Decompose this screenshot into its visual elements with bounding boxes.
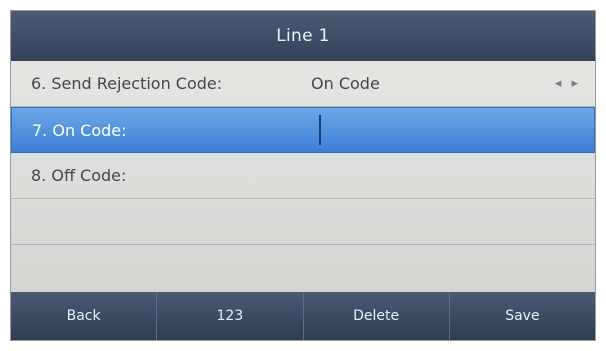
save-button[interactable]: Save <box>450 292 595 340</box>
softkey-bar: Back 123 Delete Save <box>11 292 595 340</box>
back-button[interactable]: Back <box>11 292 158 340</box>
setting-label-send-rejection-code: 6. Send Rejection Code: <box>31 74 223 93</box>
settings-list: 6. Send Rejection Code: On Code ◂ ▸ 7. O… <box>11 61 595 294</box>
phone-display-frame: Line 1 6. Send Rejection Code: On Code ◂… <box>0 0 606 351</box>
left-right-arrows-icon[interactable]: ◂ ▸ <box>555 76 581 91</box>
text-cursor <box>319 115 321 145</box>
title-bar: Line 1 <box>11 11 595 61</box>
setting-label-off-code: 8. Off Code: <box>31 166 127 185</box>
setting-row-off-code[interactable]: 8. Off Code: <box>11 153 595 199</box>
setting-value-send-rejection-code: On Code <box>311 74 380 93</box>
phone-screen: Line 1 6. Send Rejection Code: On Code ◂… <box>10 10 596 341</box>
setting-row-send-rejection-code[interactable]: 6. Send Rejection Code: On Code ◂ ▸ <box>11 61 595 107</box>
delete-button[interactable]: Delete <box>304 292 450 340</box>
setting-label-on-code: 7. On Code: <box>32 120 127 140</box>
empty-row <box>11 199 595 245</box>
empty-row <box>11 245 595 291</box>
input-mode-button[interactable]: 123 <box>157 292 304 340</box>
page-title: Line 1 <box>276 26 330 46</box>
setting-row-on-code[interactable]: 7. On Code: <box>11 107 595 153</box>
